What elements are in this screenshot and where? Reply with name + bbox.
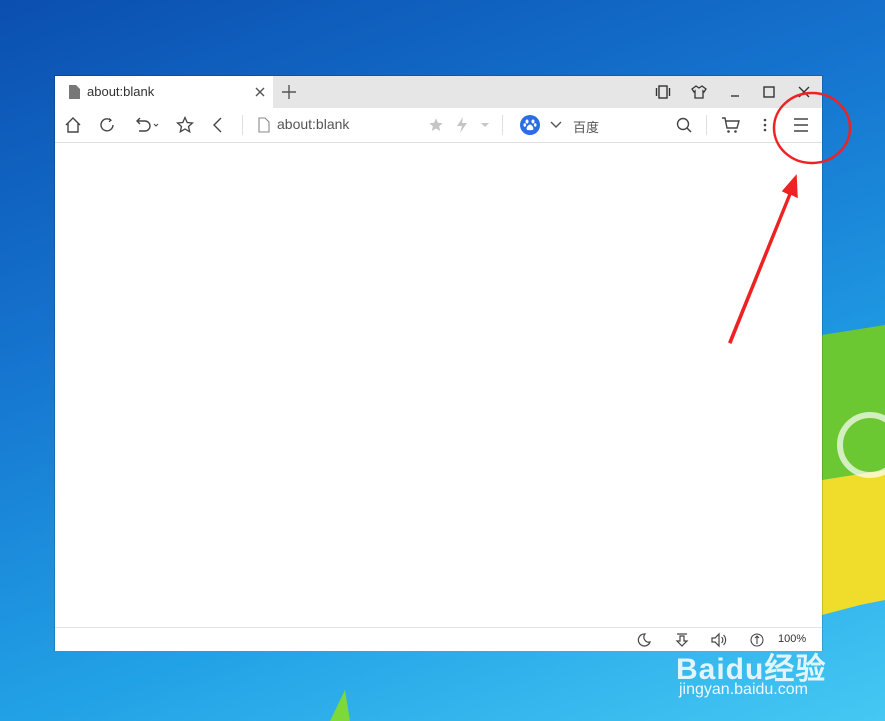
baidu-jingyan-watermark: Baidu经验 jingyan.baidu.com [676, 644, 876, 704]
annotation-circle [772, 91, 852, 165]
annotation-overlay [728, 91, 852, 345]
annotation-arrow [728, 174, 798, 345]
watermark-url: jingyan.baidu.com [679, 681, 808, 698]
